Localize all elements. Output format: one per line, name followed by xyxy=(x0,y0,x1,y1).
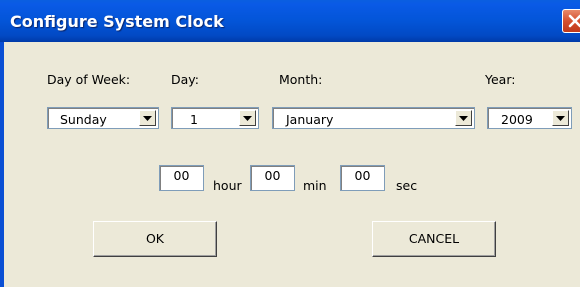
title-bar[interactable]: Configure System Clock xyxy=(0,0,580,42)
month-label: Month: xyxy=(279,72,323,87)
chevron-down-icon xyxy=(143,116,152,121)
min-label: min xyxy=(303,178,327,193)
chevron-down-icon xyxy=(556,116,565,121)
day-label: Day: xyxy=(171,72,199,87)
day-dropdown-button[interactable] xyxy=(239,110,256,126)
close-icon xyxy=(568,14,580,28)
window-title: Configure System Clock xyxy=(10,12,224,31)
hour-input[interactable]: 00 xyxy=(159,165,204,191)
year-value: 2009 xyxy=(501,112,533,127)
chevron-down-icon xyxy=(459,116,468,121)
year-label: Year: xyxy=(485,72,516,87)
ok-button[interactable]: OK xyxy=(93,221,217,257)
month-select[interactable]: January xyxy=(272,107,475,129)
chevron-down-icon xyxy=(243,116,252,121)
day-of-week-dropdown-button[interactable] xyxy=(139,110,156,126)
day-select[interactable]: 1 xyxy=(171,107,259,129)
sec-input[interactable]: 00 xyxy=(340,165,385,191)
day-value: 1 xyxy=(190,112,198,127)
year-dropdown-button[interactable] xyxy=(552,110,569,126)
month-dropdown-button[interactable] xyxy=(455,110,472,126)
hour-label: hour xyxy=(213,178,242,193)
cancel-button[interactable]: CANCEL xyxy=(372,221,496,257)
month-value: January xyxy=(286,112,334,127)
year-select[interactable]: 2009 xyxy=(487,107,572,129)
sec-label: sec xyxy=(396,178,418,193)
day-of-week-label: Day of Week: xyxy=(47,72,131,87)
close-button[interactable] xyxy=(562,9,580,33)
day-of-week-select[interactable]: Sunday xyxy=(47,107,159,129)
day-of-week-value: Sunday xyxy=(60,112,107,127)
min-input[interactable]: 00 xyxy=(250,165,295,191)
window-border xyxy=(0,42,4,287)
